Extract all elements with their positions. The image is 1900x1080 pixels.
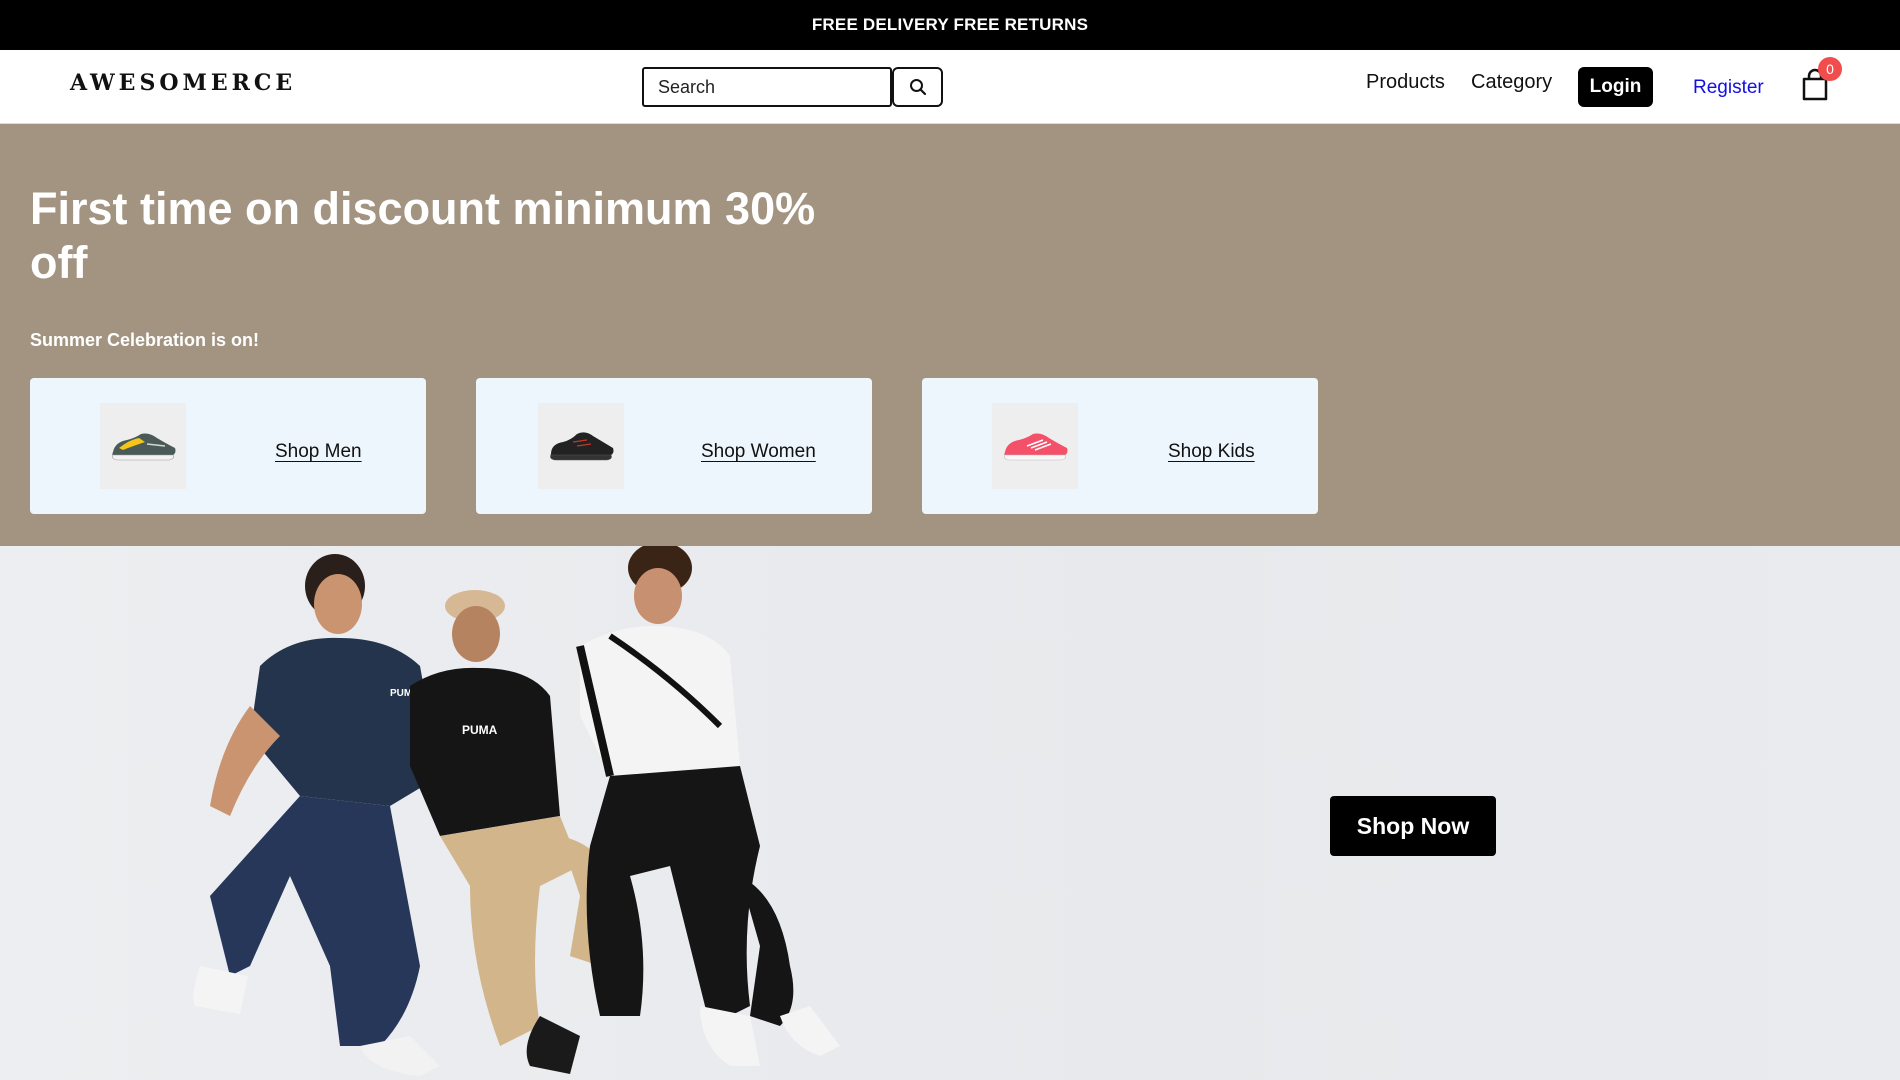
shop-men-card[interactable]: Shop Men: [30, 378, 426, 514]
shop-kids-card[interactable]: Shop Kids: [922, 378, 1318, 514]
nav-products[interactable]: Products: [1366, 71, 1445, 94]
search-input[interactable]: [642, 67, 892, 107]
shop-kids-label[interactable]: Shop Kids: [1168, 441, 1255, 463]
hero-section: First time on discount minimum 30% off S…: [0, 124, 1900, 546]
site-logo[interactable]: AWESOMERCE: [70, 70, 296, 96]
announcement-text: FREE DELIVERY FREE RETURNS: [811, 15, 1089, 34]
shop-men-label[interactable]: Shop Men: [275, 441, 362, 463]
women-shoe-image: [538, 403, 624, 489]
announcement-bar: FREE DELIVERY FREE RETURNS: [0, 0, 1900, 50]
men-shoe-image: [100, 403, 186, 489]
svg-text:PUMA: PUMA: [462, 723, 498, 737]
shop-women-card[interactable]: Shop Women: [476, 378, 872, 514]
search-icon: [909, 79, 926, 96]
hero-subtitle: Summer Celebration is on!: [30, 330, 260, 350]
promo-banner: PUMA PUMA Shop Now: [0, 546, 1900, 1080]
shop-women-label[interactable]: Shop Women: [701, 441, 816, 463]
shop-now-button[interactable]: Shop Now: [1330, 796, 1496, 856]
login-button[interactable]: Login: [1578, 67, 1653, 107]
cart-count-badge: 0: [1818, 57, 1842, 81]
models-photo: PUMA PUMA: [193, 546, 840, 1076]
register-link[interactable]: Register: [1693, 77, 1764, 99]
search-button[interactable]: [892, 67, 943, 107]
kids-shoe-image: [992, 403, 1078, 489]
site-header: AWESOMERCE Products Category Login Regis…: [0, 50, 1900, 124]
hero-title: First time on discount minimum 30% off: [30, 183, 816, 288]
nav-category[interactable]: Category: [1471, 71, 1552, 94]
